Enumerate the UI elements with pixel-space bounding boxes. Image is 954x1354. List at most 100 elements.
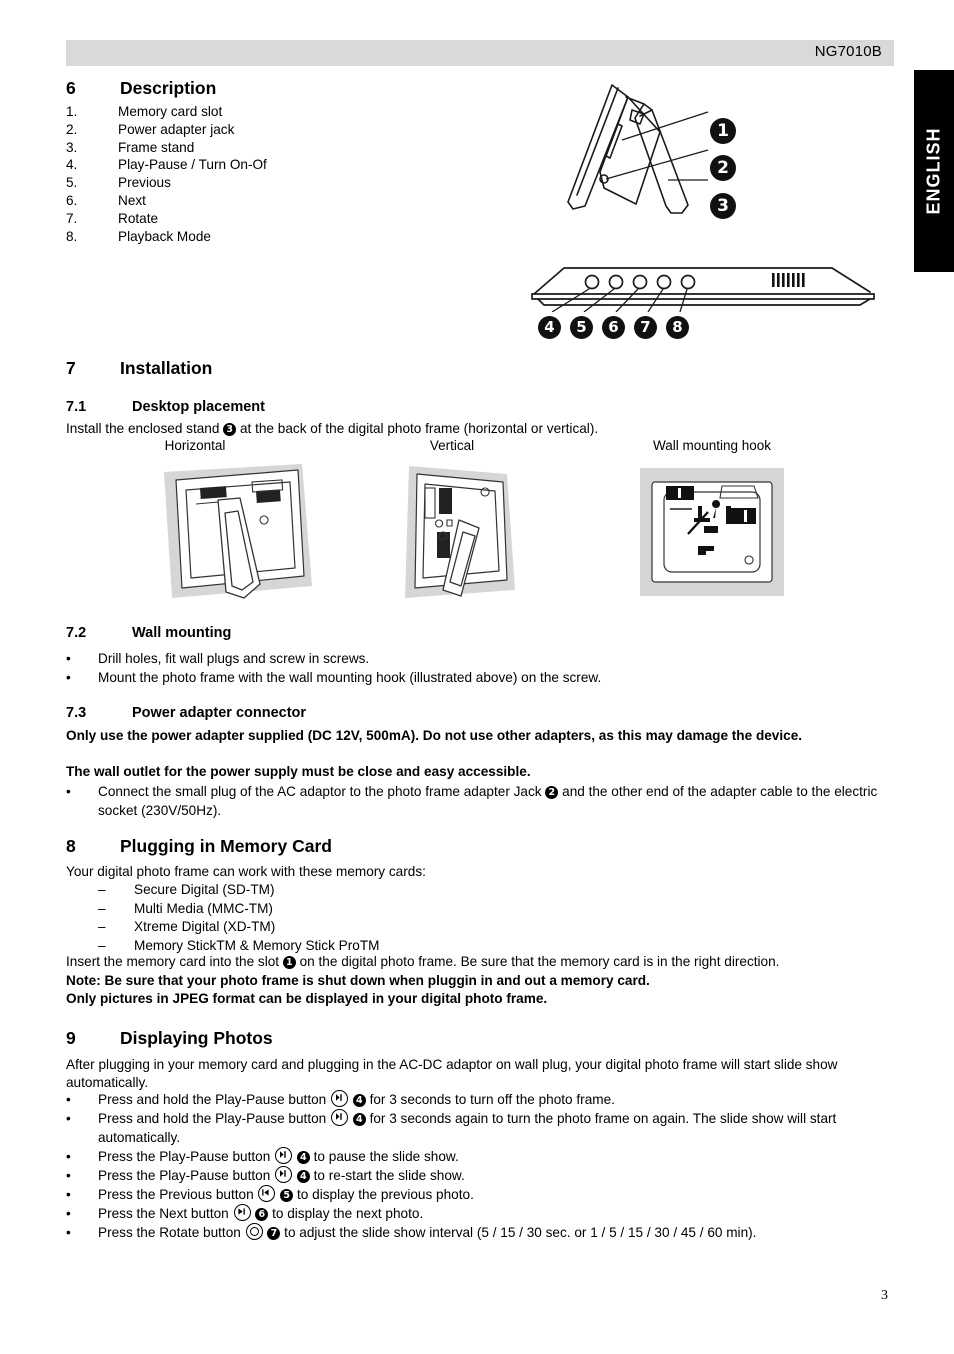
list-item-label: Previous: [118, 175, 171, 191]
caption-vertical: Vertical: [429, 438, 475, 453]
callout-badge-8: 8: [666, 316, 689, 339]
bullet-text: Press the Previous button 5 to display t…: [98, 1185, 896, 1204]
description-list: 1. Memory card slot 2. Power adapter jack …: [66, 103, 267, 245]
section-7-1-title: Desktop placement: [132, 399, 265, 415]
inline-badge-1: 1: [282, 956, 296, 969]
section-6-title: Description: [120, 78, 217, 98]
list-item-number: 5.: [66, 175, 78, 191]
bullet-marker: •: [66, 1111, 71, 1126]
step-text-after: to display the next photo.: [272, 1206, 424, 1221]
section-7-2-title: Wall mounting: [132, 625, 232, 641]
bullet-text: Drill holes, fit wall plugs and screw in…: [98, 651, 370, 666]
list-item: • Connect the small plug of the AC adapt…: [66, 782, 888, 820]
section-8-number: 8: [66, 836, 76, 856]
bullet-marker: •: [66, 670, 71, 685]
list-item-label: Next: [118, 192, 146, 208]
bullet-marker: •: [66, 1225, 71, 1240]
list-item-number: 2.: [66, 121, 78, 137]
play-pause-icon: [331, 1109, 349, 1126]
section-7-number: 7: [66, 358, 76, 378]
bullet-marker: •: [66, 1168, 71, 1183]
dash-marker: –: [98, 900, 106, 916]
caption-wall-mounting-hook: Wall mounting hook: [652, 438, 772, 453]
inline-badge-4: 4: [352, 1094, 366, 1107]
dash-marker: –: [98, 882, 106, 897]
horizontal-placement-illustration: [152, 458, 322, 608]
list-item-label: Power adapter jack: [118, 121, 235, 137]
step-text-after: to re-start the slide show.: [313, 1168, 465, 1183]
bullet-text: Press the Play-Pause button 4 to pause t…: [98, 1147, 896, 1166]
list-item: 8. Playback Mode: [66, 228, 267, 246]
bullet-marker: •: [66, 784, 71, 799]
bullet-text: Press the Play-Pause button 4 to re-star…: [98, 1166, 896, 1185]
play-pause-icon: [331, 1090, 349, 1107]
list-item-label: Playback Mode: [118, 228, 211, 244]
callout-badge-3: 3: [710, 193, 736, 219]
list-item: 7. Rotate: [66, 210, 267, 228]
section-8-heading: 8 Plugging in Memory Card: [66, 836, 332, 857]
bullet-text: Press and hold the Play-Pause button 4 f…: [98, 1109, 896, 1147]
bullet-marker: •: [66, 1187, 71, 1202]
callout-badge-6: 6: [602, 316, 625, 339]
desktop-placement-intro: Install the enclosed stand 3 at the back…: [66, 420, 886, 438]
bullet-text: Press the Next button 6 to display the n…: [98, 1204, 896, 1223]
step-text-before: Press the Previous button: [98, 1187, 254, 1202]
header-bar: NG7010B: [66, 40, 894, 66]
list-item-number: 7.: [66, 210, 78, 226]
section-6-heading: 6 Description: [66, 78, 216, 99]
device-bottom-view-illustration: [530, 262, 890, 312]
device-side-view-illustration: [540, 80, 800, 270]
rotate-icon: [245, 1223, 263, 1240]
intro-text-before: Install the enclosed stand: [66, 421, 220, 436]
step-text-before: Press the Play-Pause button: [98, 1149, 271, 1164]
step-text-before: Press and hold the Play-Pause button: [98, 1092, 327, 1107]
play-pause-icon: [275, 1147, 293, 1164]
step-text-after: to pause the slide show.: [313, 1149, 459, 1164]
list-item: • Press the Rotate button 7 to adjust th…: [66, 1223, 896, 1242]
section-7-3-heading: 7.3 Power adapter connector: [66, 705, 306, 721]
memory-card-jpeg-note: Only pictures in JPEG format can be disp…: [66, 991, 548, 1006]
bullet-text: Mount the photo frame with the wall moun…: [98, 670, 602, 685]
list-item: 5. Previous: [66, 174, 267, 192]
list-item-label: Secure Digital (SD-TM): [134, 882, 275, 897]
inline-badge-7: 7: [267, 1227, 281, 1240]
vertical-placement-illustration: [395, 458, 525, 608]
step-text-before: Press the Rotate button: [98, 1225, 241, 1240]
list-item: • Press and hold the Play-Pause button 4…: [66, 1109, 896, 1147]
inline-badge-4: 4: [352, 1113, 366, 1126]
memory-card-insert-text: Insert the memory card into the slot 1 o…: [66, 953, 896, 971]
inline-badge-5: 5: [280, 1189, 294, 1202]
section-7-title: Installation: [120, 358, 213, 378]
list-item-label: Rotate: [118, 210, 159, 226]
displaying-photos-intro: After plugging in your memory card and p…: [66, 1057, 838, 1090]
section-6-number: 6: [66, 78, 76, 98]
caption-horizontal: Horizontal: [164, 438, 226, 453]
list-item: 2. Power adapter jack: [66, 121, 267, 139]
bullet-text: Connect the small plug of the AC adaptor…: [98, 782, 888, 820]
play-pause-icon: [275, 1166, 293, 1183]
list-item: 1. Memory card slot: [66, 103, 267, 121]
bullet-marker: •: [66, 1206, 71, 1221]
list-item-label: Memory card slot: [118, 104, 223, 119]
section-9-number: 9: [66, 1028, 76, 1048]
list-item-label: Multi Media (MMC-TM): [134, 900, 273, 916]
list-item-number: 1.: [66, 104, 78, 119]
list-item: 3. Frame stand: [66, 139, 267, 157]
list-item: • Drill holes, fit wall plugs and screw i…: [66, 649, 886, 668]
next-icon: [233, 1204, 251, 1221]
list-item: – Secure Digital (SD-TM): [98, 881, 379, 900]
list-item: 6. Next: [66, 192, 267, 210]
list-item-label: Play-Pause / Turn On-Of: [118, 157, 267, 173]
inline-badge-3: 3: [223, 423, 237, 436]
bullet-marker: •: [66, 651, 71, 666]
intro-text-after: at the back of the digital photo frame (…: [239, 421, 599, 436]
step-text-after: for 3 seconds to turn off the photo fram…: [369, 1092, 615, 1107]
section-9-title: Displaying Photos: [120, 1028, 273, 1048]
bullet-text: Press the Rotate button 7 to adjust the …: [98, 1223, 896, 1242]
step-text-before: Press the Next button: [98, 1206, 229, 1221]
callout-badge-4: 4: [538, 316, 561, 339]
list-item-number: 8.: [66, 228, 78, 244]
section-7-3-title: Power adapter connector: [132, 705, 307, 721]
page-number: 3: [881, 1288, 888, 1303]
bullet-marker: •: [66, 1092, 71, 1107]
